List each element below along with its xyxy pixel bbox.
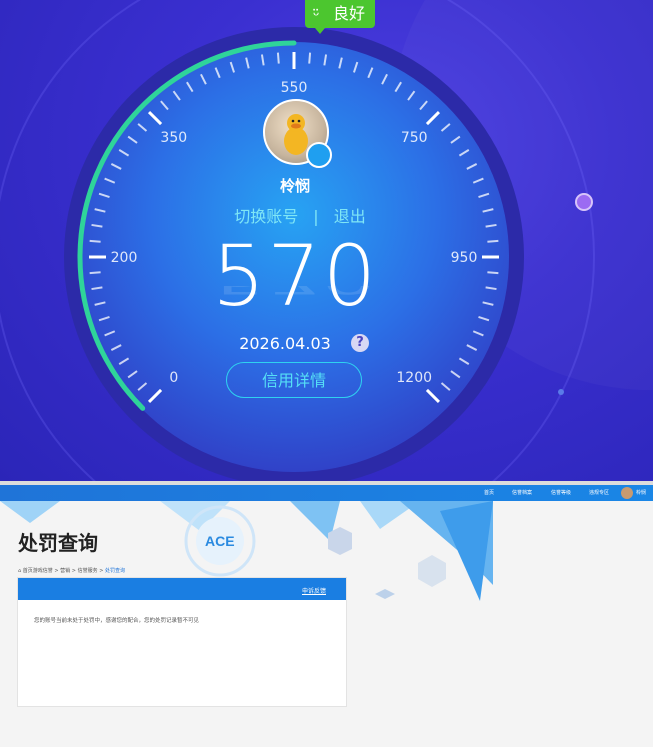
gauge-tick (487, 271, 499, 275)
credit-score: 570 (211, 227, 379, 325)
credit-level-badge: ᵕ̈ 良好 (305, 0, 375, 34)
credit-detail-button[interactable]: 信用详情 (226, 362, 362, 398)
badge-tail (315, 28, 325, 34)
gauge-scale-label: 200 (111, 250, 138, 266)
qq-icon (306, 142, 332, 168)
punishment-query-page: 首页 信誉档案 信誉等级 违规专区 柃悯 ACE 处罚查询 ⌂ 首页游戏信誉 >… (0, 485, 653, 747)
svg-text:ACE: ACE (205, 533, 235, 549)
help-icon[interactable]: ? (351, 334, 369, 352)
nav-credit-level[interactable]: 信誉等级 (551, 489, 571, 496)
gauge-tick (89, 271, 101, 275)
nav-user-avatar[interactable] (621, 487, 633, 499)
breadcrumb-sep: > (99, 568, 104, 574)
credit-score-hero: 0 200 350 550 750 950 1200 ᵕ̈ 良好 柃悯 切换账号 | 退出 … (0, 0, 653, 481)
breadcrumb-level2[interactable]: 信誉服务 (78, 568, 98, 574)
breadcrumb: ⌂ 首页游戏信誉 > 营销 > 信誉服务 > 处罚查询 (18, 567, 125, 574)
top-navigation: 首页 信誉档案 信誉等级 违规专区 柃悯 (0, 485, 653, 501)
panel-header: 申诉反馈 (18, 578, 346, 600)
gauge-scale-label: 550 (281, 80, 308, 96)
punishment-panel: 申诉反馈 您的账号当前未处于处罚中，感谢您的配合，您的处罚记录暂不可见 (17, 577, 347, 707)
panel-message: 您的账号当前未处于处罚中，感谢您的配合，您的处罚记录暂不可见 (34, 618, 200, 624)
gauge-scale-label: 750 (401, 130, 428, 146)
logout-link[interactable]: 退出 (334, 207, 366, 226)
account-links: 切换账号 | 退出 (200, 203, 400, 227)
breadcrumb-sep: > (54, 568, 59, 574)
smile-icon: ᵕ̈ (313, 6, 320, 25)
breadcrumb-sep: > (71, 568, 76, 574)
feedback-link[interactable]: 申诉反馈 (302, 586, 326, 595)
gauge-tick (308, 52, 312, 64)
breadcrumb-current: 处罚查询 (104, 568, 125, 574)
switch-account-link[interactable]: 切换账号 (234, 207, 298, 226)
orbit-small-dot (558, 389, 564, 395)
gauge-tick (89, 239, 101, 243)
credit-level-text: 良好 (333, 4, 366, 23)
breadcrumb-level1[interactable]: 营销 (60, 568, 70, 574)
user-nickname: 柃悯 (279, 177, 310, 195)
credit-score-reflection: 570 (170, 286, 420, 300)
gauge-scale-label: 1200 (396, 370, 432, 386)
breadcrumb-home[interactable]: 首页游戏信誉 (23, 568, 53, 574)
score-date: 2026.04.03 (239, 334, 331, 353)
page-title: 处罚查询 (18, 531, 98, 555)
nav-violation-zone[interactable]: 违规专区 (589, 489, 609, 496)
nav-credit-record[interactable]: 信誉档案 (512, 489, 532, 496)
gauge-tick (276, 52, 280, 64)
gauge-tick (487, 239, 499, 243)
nav-home[interactable]: 首页 (484, 489, 494, 496)
gauge-scale-label: 950 (451, 250, 478, 266)
gauge-scale-label: 0 (169, 370, 178, 386)
link-separator: | (313, 207, 319, 226)
orbit-dot-icon (575, 193, 593, 211)
nav-username[interactable]: 柃悯 (636, 489, 646, 496)
gauge-scale-label: 350 (160, 130, 187, 146)
